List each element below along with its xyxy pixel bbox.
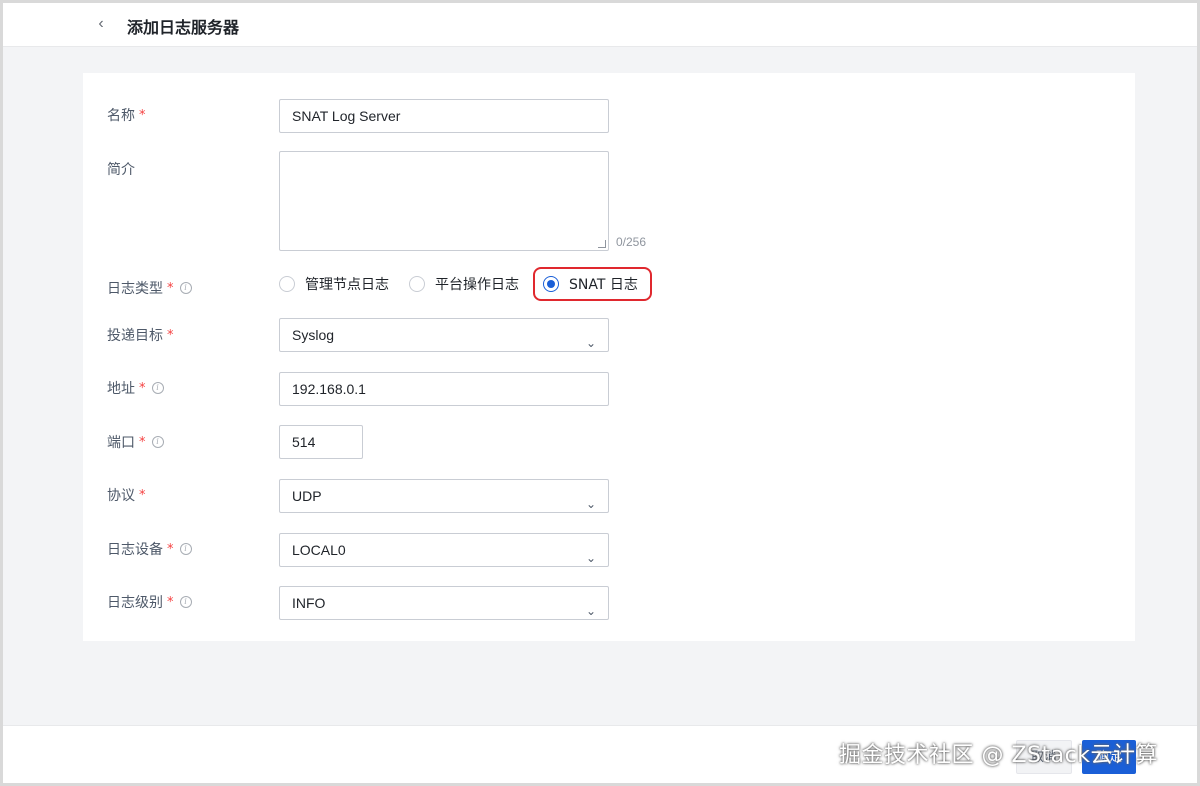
target-label: 投递目标 * [107, 327, 174, 345]
protocol-select[interactable]: UDP ⌄ [279, 479, 609, 513]
info-icon[interactable]: i [179, 596, 192, 608]
watermark: 掘金技术社区 @ ZStack云计算 [839, 743, 1158, 768]
facility-select[interactable]: LOCAL0 ⌄ [279, 533, 609, 567]
info-icon[interactable]: i [151, 382, 164, 394]
radio-button-icon[interactable] [409, 276, 425, 292]
required-mark: * [139, 487, 146, 503]
required-mark: * [167, 541, 174, 557]
radio-platform-operation-log[interactable]: 平台操作日志 [409, 274, 519, 294]
chevron-down-icon: ⌄ [585, 604, 596, 618]
protocol-label: 协议 * [107, 487, 146, 505]
required-mark: * [167, 327, 174, 343]
required-mark: * [139, 380, 146, 396]
port-label: 端口 * i [107, 432, 164, 452]
radio-snat-log[interactable]: SNAT 日志 [533, 267, 652, 301]
info-icon[interactable]: i [151, 436, 164, 448]
page-title: 添加日志服务器 [127, 18, 240, 37]
form-card: 名称 * SNAT Log Server 简介 0/256 日志类型 * i 管理节点… [83, 73, 1135, 641]
radio-button-checked-icon[interactable] [543, 276, 559, 292]
radio-management-node-log[interactable]: 管理节点日志 [279, 274, 389, 294]
info-icon[interactable]: i [179, 543, 192, 555]
facility-label: 日志设备 * i [107, 539, 192, 559]
address-label: 地址 * i [107, 378, 164, 398]
log-type-radio-group: 管理节点日志 平台操作日志 SNAT 日志 [279, 267, 672, 301]
name-input[interactable]: SNAT Log Server [279, 99, 609, 133]
description-label: 简介 [107, 162, 135, 178]
required-mark: * [139, 434, 146, 450]
resize-handle-icon[interactable] [598, 240, 606, 248]
chevron-left-icon[interactable]: ‹ [91, 14, 111, 34]
description-counter: 0/256 [616, 235, 647, 249]
chevron-down-icon: ⌄ [585, 551, 596, 565]
port-input[interactable]: 514 [279, 425, 363, 459]
level-select[interactable]: INFO ⌄ [279, 586, 609, 620]
target-select[interactable]: Syslog ⌄ [279, 318, 609, 352]
level-label: 日志级别 * i [107, 592, 192, 612]
address-input[interactable]: 192.168.0.1 [279, 372, 609, 406]
name-label: 名称 * [107, 107, 146, 125]
chevron-down-icon: ⌄ [585, 336, 596, 350]
log-type-label: 日志类型 * i [107, 278, 192, 298]
radio-button-icon[interactable] [279, 276, 295, 292]
required-mark: * [167, 280, 174, 296]
chevron-down-icon: ⌄ [585, 497, 596, 511]
required-mark: * [167, 594, 174, 610]
app-window: ‹ 添加日志服务器 名称 * SNAT Log Server 简介 0/256 日… [0, 0, 1200, 786]
info-icon[interactable]: i [179, 282, 192, 294]
page-header: ‹ 添加日志服务器 [3, 3, 1197, 47]
description-textarea[interactable] [279, 151, 609, 251]
required-mark: * [139, 107, 146, 123]
